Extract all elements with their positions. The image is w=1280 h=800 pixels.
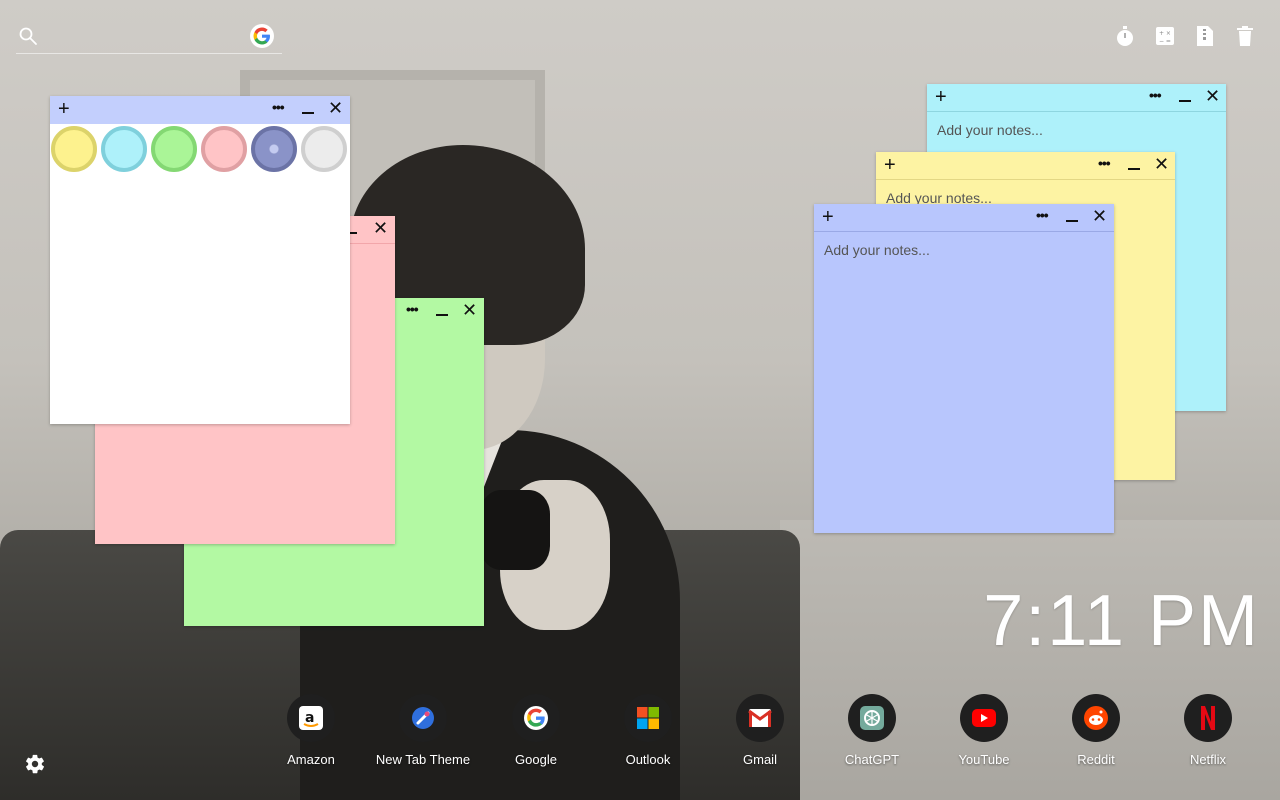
camera bbox=[480, 490, 550, 570]
color-swatch-gray[interactable] bbox=[301, 126, 347, 172]
search-icon[interactable] bbox=[18, 26, 38, 46]
trash-icon[interactable] bbox=[1234, 24, 1256, 48]
sticky-note-white[interactable]: + ••• ✕ bbox=[50, 96, 350, 424]
shortcut-label: Google bbox=[515, 752, 557, 767]
shortcut-label: New Tab Theme bbox=[375, 752, 471, 767]
note-menu-icon[interactable]: ••• bbox=[272, 99, 285, 115]
add-note-icon[interactable]: + bbox=[884, 155, 896, 175]
note-textarea[interactable] bbox=[937, 122, 1216, 154]
netflix-icon bbox=[1184, 694, 1232, 742]
note-minimize-icon[interactable] bbox=[302, 100, 314, 114]
add-note-icon[interactable]: + bbox=[58, 99, 70, 119]
outlook-icon bbox=[624, 694, 672, 742]
color-swatch-green[interactable] bbox=[151, 126, 197, 172]
note-header[interactable]: + ••• ✕ bbox=[50, 96, 350, 124]
note-close-icon[interactable]: ✕ bbox=[462, 300, 477, 321]
svg-text:− =: − = bbox=[1159, 38, 1171, 45]
calculator-icon[interactable]: + × − = bbox=[1154, 24, 1176, 48]
shortcut-gmail[interactable]: Gmail bbox=[704, 694, 816, 767]
note-textarea[interactable] bbox=[824, 242, 1104, 512]
note-close-icon[interactable]: ✕ bbox=[1205, 86, 1220, 107]
top-toolbar: + × − = bbox=[1114, 24, 1256, 48]
amazon-icon: a bbox=[287, 694, 335, 742]
note-close-icon[interactable]: ✕ bbox=[1092, 206, 1107, 227]
svg-text:a: a bbox=[305, 710, 314, 726]
note-menu-icon[interactable]: ••• bbox=[406, 301, 419, 317]
add-note-icon[interactable]: + bbox=[935, 87, 947, 107]
google-icon[interactable] bbox=[250, 24, 274, 48]
shortcut-label: Netflix bbox=[1189, 752, 1227, 767]
shortcut-label: ChatGPT bbox=[844, 752, 900, 767]
note-body[interactable] bbox=[814, 232, 1114, 522]
add-note-icon[interactable]: + bbox=[822, 207, 834, 227]
note-menu-icon[interactable]: ••• bbox=[1149, 87, 1162, 103]
note-minimize-icon[interactable] bbox=[1128, 156, 1140, 170]
chatgpt-icon bbox=[848, 694, 896, 742]
shortcut-label: Gmail bbox=[743, 752, 777, 767]
note-minimize-icon[interactable] bbox=[1066, 208, 1078, 222]
gear-icon[interactable] bbox=[24, 753, 46, 775]
shortcut-outlook[interactable]: Outlook bbox=[592, 694, 704, 767]
shortcut-reddit[interactable]: Reddit bbox=[1040, 694, 1152, 767]
shortcut-chatgpt[interactable]: ChatGPT bbox=[816, 694, 928, 767]
color-swatch-pink[interactable] bbox=[201, 126, 247, 172]
shortcut-label: Amazon bbox=[287, 752, 335, 767]
clock: 7:11 PM bbox=[983, 581, 1260, 661]
note-close-icon[interactable]: ✕ bbox=[1154, 154, 1169, 175]
reddit-icon bbox=[1072, 694, 1120, 742]
note-menu-icon[interactable]: ••• bbox=[1036, 207, 1049, 223]
shortcut-label: Reddit bbox=[1077, 752, 1115, 767]
note-header[interactable]: + ••• ✕ bbox=[927, 84, 1226, 112]
shortcut-new-tab-theme[interactable]: New Tab Theme bbox=[367, 694, 479, 767]
shortcut-netflix[interactable]: Netflix bbox=[1152, 694, 1264, 767]
sticky-note-blue[interactable]: + ••• ✕ bbox=[814, 204, 1114, 533]
shortcut-label: YouTube bbox=[958, 752, 1010, 767]
color-swatch-yellow[interactable] bbox=[51, 126, 97, 172]
timer-icon[interactable] bbox=[1114, 24, 1136, 48]
file-zip-icon[interactable] bbox=[1194, 24, 1216, 48]
color-swatch-cyan[interactable] bbox=[101, 126, 147, 172]
shortcut-label: Outlook bbox=[625, 752, 671, 767]
color-swatch-blue[interactable] bbox=[251, 126, 297, 172]
note-close-icon[interactable]: ✕ bbox=[328, 98, 343, 119]
search-input[interactable] bbox=[46, 24, 246, 48]
note-close-icon[interactable]: ✕ bbox=[373, 218, 388, 239]
color-palette bbox=[50, 124, 350, 172]
youtube-icon bbox=[960, 694, 1008, 742]
shortcut-amazon[interactable]: a Amazon bbox=[255, 694, 367, 767]
search-bar bbox=[16, 22, 282, 54]
shortcut-youtube[interactable]: YouTube bbox=[928, 694, 1040, 767]
gmail-icon bbox=[736, 694, 784, 742]
note-menu-icon[interactable]: ••• bbox=[1098, 155, 1111, 171]
shortcut-google[interactable]: Google bbox=[480, 694, 592, 767]
new-tab-theme-icon bbox=[399, 694, 447, 742]
google-icon bbox=[512, 694, 560, 742]
note-header[interactable]: + ••• ✕ bbox=[814, 204, 1114, 232]
note-minimize-icon[interactable] bbox=[1179, 88, 1191, 102]
note-minimize-icon[interactable] bbox=[436, 302, 448, 316]
svg-text:+ ×: + × bbox=[1159, 30, 1171, 37]
note-header[interactable]: + ••• ✕ bbox=[876, 152, 1175, 180]
